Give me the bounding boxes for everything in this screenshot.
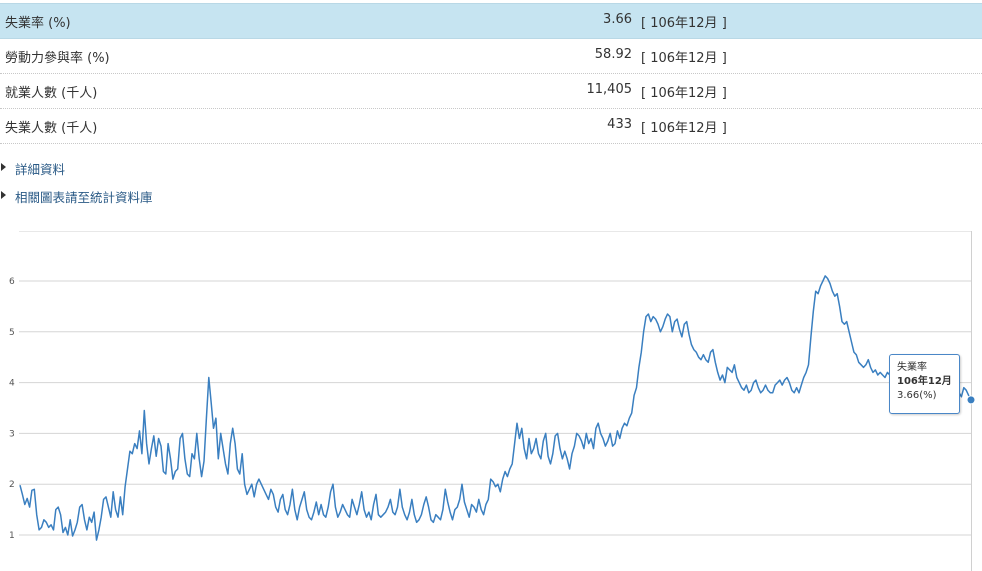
stat-label: 就業人數 (千人) [5, 86, 98, 101]
tooltip-date: 106年12月 [897, 376, 952, 387]
stat-value: 3.66 [603, 12, 632, 27]
stat-date: [ 106年12月 ] [641, 51, 727, 66]
stat-row-labor-participation: 勞動力參與率 (%) 58.92 [ 106年12月 ] [0, 39, 982, 74]
y-tick-label: 6 [9, 277, 15, 287]
stat-label: 失業率 (%) [5, 16, 71, 31]
triangle-right-icon [1, 163, 6, 171]
tooltip-series: 失業率 [897, 362, 927, 373]
stat-value: 11,405 [586, 82, 633, 97]
y-tick-label: 5 [9, 328, 15, 338]
tooltip-value: 3.66(%) [897, 390, 937, 401]
triangle-right-icon [1, 191, 6, 199]
y-tick-label: 2 [9, 480, 15, 490]
y-tick-label: 3 [9, 429, 15, 439]
stat-date: [ 106年12月 ] [641, 86, 727, 101]
stat-value: 433 [607, 117, 632, 132]
stat-label: 勞動力參與率 (%) [5, 51, 110, 66]
y-tick-label: 1 [9, 531, 15, 541]
stat-label: 失業人數 (千人) [5, 121, 98, 136]
details-link-label[interactable]: 詳細資料 [15, 159, 65, 178]
stat-row-unemployment-rate: 失業率 (%) 3.66 [ 106年12月 ] [0, 3, 982, 39]
stat-date: [ 106年12月 ] [641, 16, 727, 31]
stat-row-employed: 就業人數 (千人) 11,405 [ 106年12月 ] [0, 74, 982, 109]
y-tick-label: 4 [9, 379, 15, 389]
stat-row-unemployed: 失業人數 (千人) 433 [ 106年12月 ] [0, 109, 982, 144]
stat-value: 58.92 [594, 47, 632, 62]
database-link-label[interactable]: 相關圖表請至統計資料庫 [15, 187, 153, 206]
stat-date: [ 106年12月 ] [641, 121, 727, 136]
chart-tooltip: 失業率 106年12月 3.66(%) [889, 354, 960, 414]
unemployment-line-chart: 1 2 3 4 5 6 [9, 231, 976, 571]
series-line-unemployment-rate [19, 275, 972, 541]
data-point-latest[interactable] [966, 395, 976, 405]
stats-table: 失業率 (%) 3.66 [ 106年12月 ] 勞動力參與率 (%) 58.9… [0, 3, 982, 144]
